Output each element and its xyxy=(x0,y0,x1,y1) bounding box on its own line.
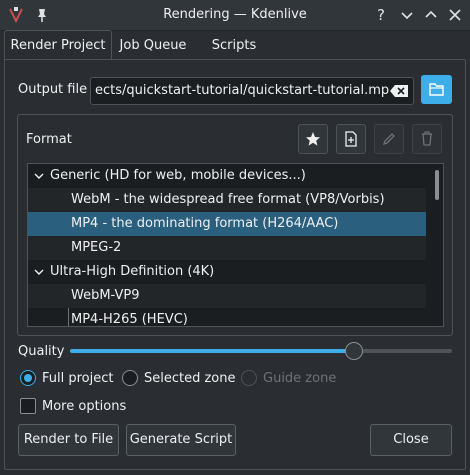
tree-item-label: WebM - the widespread free format (VP8/V… xyxy=(71,192,385,207)
maximize-icon[interactable] xyxy=(420,4,442,26)
guide-zone-label: Guide zone xyxy=(263,371,337,386)
chevron-down-icon xyxy=(34,269,44,275)
tree-item[interactable]: WebM-VP9 xyxy=(28,284,426,308)
tree-group-generic[interactable]: Generic (HD for web, mobile devices...) xyxy=(28,164,426,188)
browse-folder-button[interactable] xyxy=(421,75,452,104)
tab-job-queue[interactable]: Job Queue xyxy=(112,32,194,59)
full-project-label: Full project xyxy=(42,371,114,386)
output-file-label: Output file xyxy=(18,82,88,97)
chevron-down-icon xyxy=(34,173,44,179)
selected-zone-label: Selected zone xyxy=(144,371,236,386)
tree-item-selected[interactable]: MP4 - the dominating format (H264/AAC) xyxy=(28,212,426,236)
tree-item-label: MPEG-2 xyxy=(71,240,122,255)
tree-group-uhd[interactable]: Ultra-High Definition (4K) xyxy=(28,260,426,284)
tree-item-label: MP4-H265 (HEVC) xyxy=(71,312,188,327)
tree-item[interactable]: MPEG-2 xyxy=(28,236,426,260)
tree-scrollbar[interactable] xyxy=(435,170,439,200)
tab-scripts[interactable]: Scripts xyxy=(194,32,274,59)
favorite-button[interactable] xyxy=(298,124,328,154)
tab-render-project[interactable]: Render Project xyxy=(4,30,112,61)
help-icon[interactable]: ? xyxy=(370,4,392,26)
tree-item-label: WebM-VP9 xyxy=(71,288,140,303)
tree-item[interactable]: MP4-H265 (HEVC) xyxy=(28,308,426,327)
delete-preset-button[interactable] xyxy=(412,124,442,154)
format-label: Format xyxy=(26,132,72,147)
quality-slider-handle[interactable] xyxy=(344,342,363,360)
folder-icon xyxy=(429,83,444,96)
tab-bar: Render Project Job Queue Scripts xyxy=(4,30,466,61)
tree-group-label: Ultra-High Definition (4K) xyxy=(50,264,215,279)
new-preset-button[interactable] xyxy=(336,124,366,154)
selected-zone-radio[interactable] xyxy=(122,370,138,386)
close-button[interactable]: Close xyxy=(370,424,452,456)
render-to-file-button[interactable]: Render to File xyxy=(18,424,119,456)
star-icon xyxy=(306,132,320,146)
quality-label: Quality xyxy=(18,344,65,359)
trash-icon xyxy=(422,131,432,146)
full-project-radio[interactable] xyxy=(20,370,36,386)
quality-slider-fill xyxy=(70,349,353,353)
close-icon[interactable] xyxy=(444,4,466,26)
tree-item-label: MP4 - the dominating format (H264/AAC) xyxy=(71,216,339,231)
title-bar: Rendering — Kdenlive ? xyxy=(0,0,470,31)
more-options-label: More options xyxy=(42,399,127,414)
generate-script-button[interactable]: Generate Script xyxy=(126,424,236,456)
tree-item[interactable]: WebM - the widespread free format (VP8/V… xyxy=(28,188,426,212)
format-tree[interactable]: Generic (HD for web, mobile devices...) … xyxy=(27,163,444,327)
minimize-icon[interactable] xyxy=(396,4,418,26)
output-file-value: ects/quickstart-tutorial/quickstart-tuto… xyxy=(95,83,398,98)
clear-icon[interactable] xyxy=(389,81,411,101)
tree-group-label: Generic (HD for web, mobile devices...) xyxy=(50,168,306,183)
edit-preset-button[interactable] xyxy=(374,124,404,154)
output-file-input[interactable]: ects/quickstart-tutorial/quickstart-tuto… xyxy=(90,77,414,105)
more-options-checkbox[interactable] xyxy=(20,398,36,414)
edit-icon xyxy=(382,133,395,146)
quality-slider[interactable] xyxy=(70,342,452,360)
new-preset-icon xyxy=(345,131,357,147)
guide-zone-radio[interactable] xyxy=(241,370,257,386)
